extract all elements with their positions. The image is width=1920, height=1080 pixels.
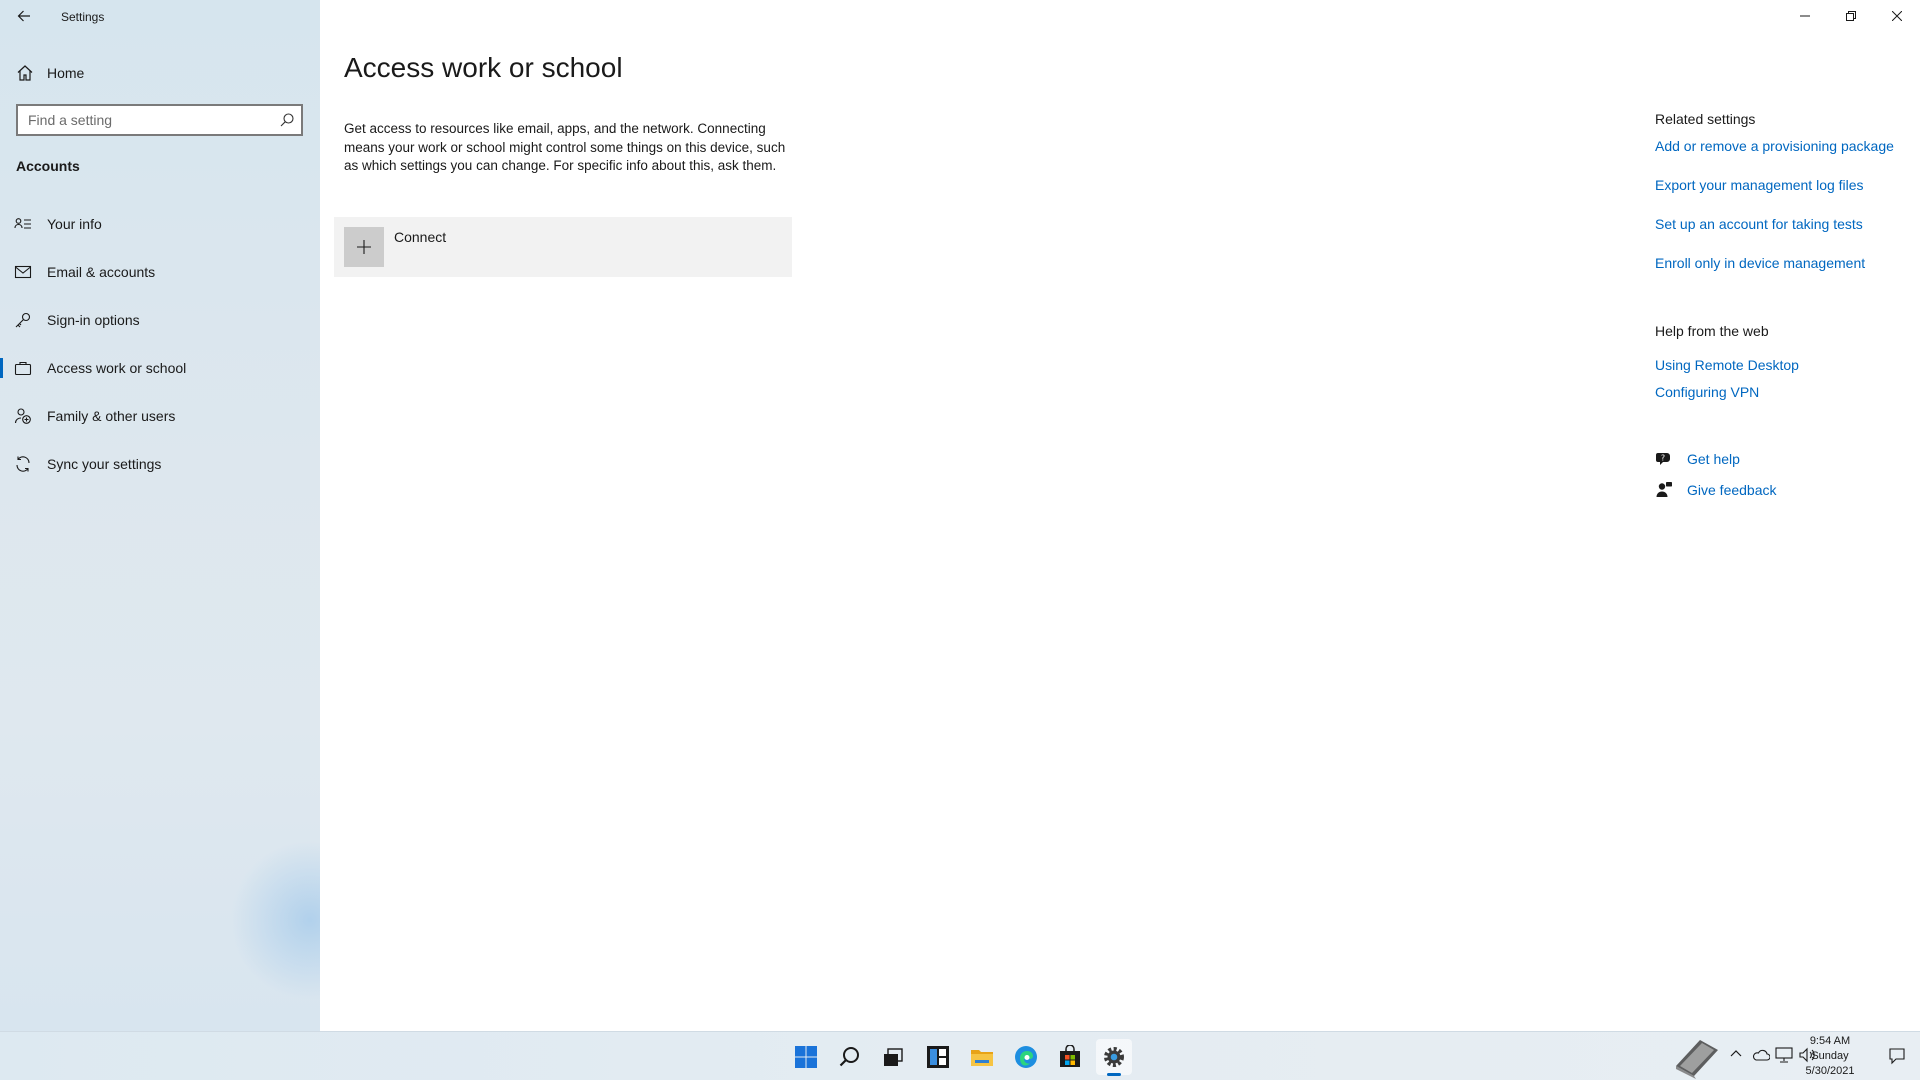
search-icon	[839, 1047, 859, 1067]
window-controls	[1782, 0, 1920, 32]
mail-icon	[14, 265, 32, 279]
sidebar-item-label: Family & other users	[47, 408, 176, 424]
feedback-icon	[1656, 482, 1672, 497]
taskbar-search-button[interactable]	[832, 1039, 868, 1075]
edge-icon	[1015, 1046, 1037, 1068]
clock-date: 5/30/2021	[1805, 1065, 1855, 1077]
main-content: Access work or school Get access to reso…	[320, 0, 1920, 1031]
chevron-up-icon[interactable]	[1730, 1048, 1742, 1060]
sidebar-item-sync-settings[interactable]: Sync your settings	[0, 444, 320, 484]
link-export-log-files[interactable]: Export your management log files	[1655, 177, 1864, 193]
widgets-button[interactable]	[920, 1039, 956, 1075]
store-button[interactable]	[1052, 1039, 1088, 1075]
system-tray: 9:54 AM Sunday 5/30/2021	[1660, 1032, 1920, 1080]
sidebar-item-sign-in-options[interactable]: Sign-in options	[0, 300, 320, 340]
related-settings-heading: Related settings	[1655, 111, 1756, 127]
minimize-icon	[1800, 15, 1810, 17]
app-title: Settings	[61, 10, 105, 24]
connect-label: Connect	[394, 229, 447, 245]
start-button[interactable]	[788, 1039, 824, 1075]
get-help-label: Get help	[1687, 451, 1740, 467]
page-title: Access work or school	[344, 52, 623, 83]
minimize-button[interactable]	[1782, 0, 1828, 32]
sidebar-item-your-info[interactable]: Your info	[0, 204, 320, 244]
task-view-button[interactable]	[875, 1039, 911, 1075]
close-icon	[1892, 11, 1902, 21]
sidebar-item-email-accounts[interactable]: Email & accounts	[0, 252, 320, 292]
page-description: Get access to resources like email, apps…	[344, 121, 786, 173]
sidebar-item-label: Sync your settings	[47, 456, 162, 472]
search-icon[interactable]	[279, 112, 295, 128]
sidebar-item-label: Sign-in options	[47, 312, 140, 328]
contact-card-icon	[14, 218, 31, 229]
settings-app-button[interactable]	[1096, 1039, 1132, 1076]
sidebar-item-label: Your info	[47, 216, 102, 232]
file-explorer-button[interactable]	[964, 1039, 1000, 1075]
restore-icon	[1846, 11, 1856, 21]
link-enroll-device-management[interactable]: Enroll only in device management	[1655, 255, 1865, 271]
sync-icon	[16, 456, 30, 472]
sidebar-item-home[interactable]: Home	[0, 58, 320, 88]
link-configuring-vpn[interactable]: Configuring VPN	[1655, 384, 1759, 400]
link-taking-tests-account[interactable]: Set up an account for taking tests	[1655, 216, 1863, 232]
sidebar-item-access-work-school[interactable]: Access work or school	[0, 348, 320, 388]
get-help-link[interactable]: ? Get help	[1655, 449, 1915, 469]
sidebar-item-family-other-users[interactable]: Family & other users	[0, 396, 320, 436]
search-input[interactable]	[18, 112, 258, 128]
notification-icon[interactable]	[1888, 1047, 1906, 1065]
notebook-icon	[1676, 1040, 1718, 1079]
plus-icon	[357, 240, 371, 254]
key-icon	[15, 312, 31, 328]
get-help-icon: ?	[1656, 453, 1670, 465]
sidebar-item-label: Home	[47, 65, 85, 81]
add-person-icon	[14, 408, 31, 424]
svg-text:?: ?	[1661, 454, 1665, 463]
back-arrow-icon	[17, 10, 30, 22]
title-bar: Settings	[0, 0, 320, 32]
sidebar: Settings Home Accounts Your info Email &…	[0, 0, 320, 1031]
link-remote-desktop[interactable]: Using Remote Desktop	[1655, 357, 1799, 373]
store-icon	[1060, 1045, 1080, 1067]
taskbar-clock[interactable]: 9:54 AM Sunday 5/30/2021	[1790, 1034, 1870, 1079]
sidebar-item-label: Email & accounts	[47, 264, 156, 280]
edge-button[interactable]	[1008, 1039, 1044, 1075]
clock-time: 9:54 AM	[1809, 1035, 1851, 1047]
connect-button[interactable]: Connect	[334, 217, 792, 277]
section-heading: Accounts	[16, 158, 80, 174]
onedrive-icon[interactable]	[1752, 1048, 1770, 1062]
back-button[interactable]	[8, 0, 40, 32]
task-view-icon	[884, 1048, 903, 1066]
plus-icon-box	[344, 227, 384, 267]
home-icon	[17, 65, 33, 81]
settings-icon	[1104, 1047, 1124, 1067]
give-feedback-link[interactable]: Give feedback	[1655, 480, 1915, 500]
file-explorer-icon	[971, 1050, 993, 1066]
start-icon	[795, 1046, 817, 1068]
taskbar: 9:54 AM Sunday 5/30/2021	[0, 1031, 1920, 1080]
restore-button[interactable]	[1828, 0, 1874, 32]
sidebar-item-label: Access work or school	[47, 360, 187, 376]
widgets-icon	[927, 1046, 949, 1068]
close-button[interactable]	[1874, 0, 1920, 32]
link-provisioning-package[interactable]: Add or remove a provisioning package	[1655, 138, 1894, 154]
give-feedback-label: Give feedback	[1687, 482, 1777, 498]
briefcase-icon	[14, 361, 32, 376]
clock-day: Sunday	[1811, 1050, 1849, 1062]
help-from-web-heading: Help from the web	[1655, 323, 1769, 339]
search-box[interactable]	[16, 104, 303, 136]
